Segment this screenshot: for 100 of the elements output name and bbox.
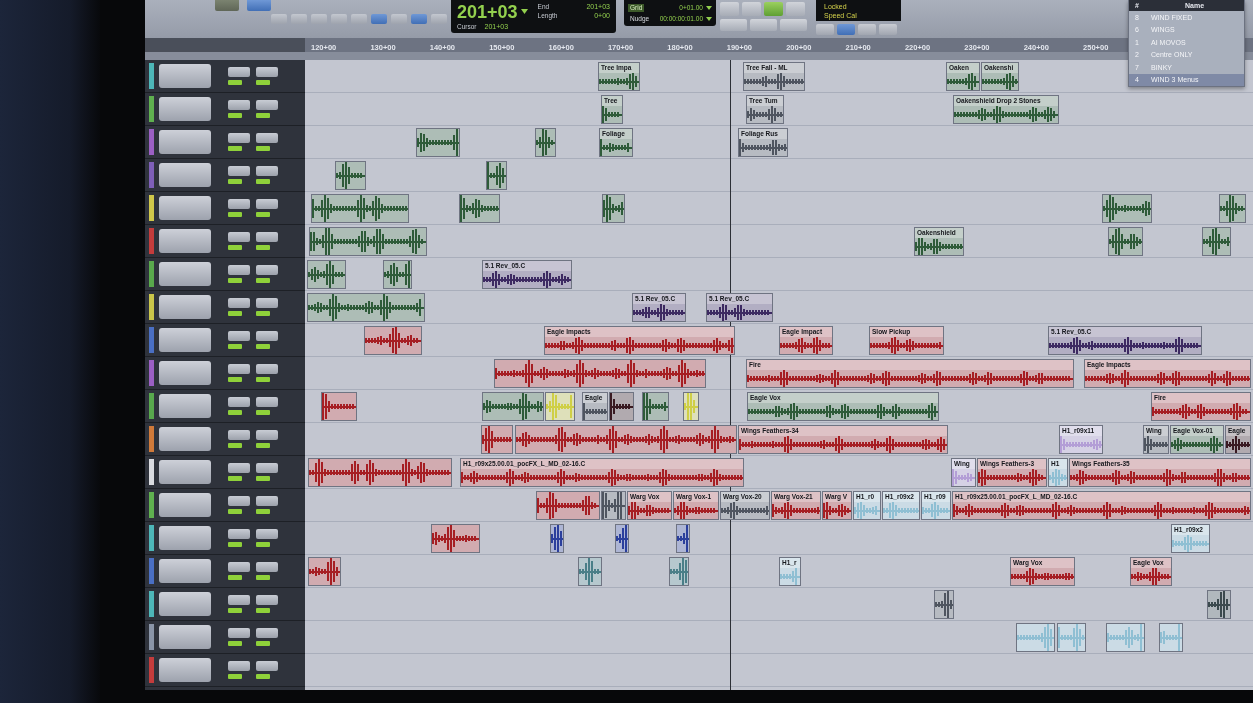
- audio-clip[interactable]: [1159, 623, 1183, 652]
- audio-clip[interactable]: [550, 524, 564, 553]
- track-button[interactable]: [228, 529, 250, 539]
- track-button[interactable]: [256, 166, 278, 176]
- track-button[interactable]: [159, 196, 211, 220]
- track-button[interactable]: [159, 64, 211, 88]
- track-button[interactable]: [159, 361, 211, 385]
- audio-clip[interactable]: [1106, 623, 1145, 652]
- track-button[interactable]: [228, 463, 250, 473]
- track-button[interactable]: [159, 658, 211, 682]
- track-button[interactable]: [228, 496, 250, 506]
- audio-clip[interactable]: [481, 425, 513, 454]
- audio-clip[interactable]: [1219, 194, 1246, 223]
- mode-button[interactable]: [215, 0, 239, 11]
- tool-button[interactable]: [371, 14, 387, 24]
- sync-button[interactable]: [879, 24, 897, 35]
- track-button[interactable]: [159, 328, 211, 352]
- audio-clip[interactable]: [535, 128, 556, 157]
- track-button[interactable]: [228, 661, 250, 671]
- track-button[interactable]: [228, 166, 250, 176]
- track-button[interactable]: [159, 460, 211, 484]
- track-button[interactable]: [256, 529, 278, 539]
- track-button[interactable]: [228, 595, 250, 605]
- transport-button[interactable]: [764, 2, 783, 16]
- track-button[interactable]: [159, 295, 211, 319]
- transport-button[interactable]: [720, 2, 739, 16]
- track-button[interactable]: [228, 100, 250, 110]
- track-button[interactable]: [159, 592, 211, 616]
- track-button[interactable]: [228, 298, 250, 308]
- audio-clip[interactable]: [494, 359, 706, 388]
- tool-button[interactable]: [351, 14, 367, 24]
- audio-clip[interactable]: [335, 161, 366, 190]
- audio-clip[interactable]: [309, 227, 427, 256]
- sync-button[interactable]: [837, 24, 855, 35]
- audio-clip[interactable]: [642, 392, 669, 421]
- tool-button[interactable]: [391, 14, 407, 24]
- transport-button[interactable]: [750, 19, 777, 31]
- track-button[interactable]: [228, 331, 250, 341]
- track-button[interactable]: [159, 229, 211, 253]
- track-button[interactable]: [256, 364, 278, 374]
- audio-clip[interactable]: [416, 128, 460, 157]
- track-button[interactable]: [256, 133, 278, 143]
- track-button[interactable]: [228, 232, 250, 242]
- track-button[interactable]: [256, 397, 278, 407]
- track-button[interactable]: [159, 526, 211, 550]
- audio-clip[interactable]: [1207, 590, 1231, 619]
- audio-clip[interactable]: [307, 293, 425, 322]
- audio-clip[interactable]: [683, 392, 699, 421]
- track-button[interactable]: [228, 397, 250, 407]
- track-button[interactable]: [256, 67, 278, 77]
- audio-clip[interactable]: [308, 557, 341, 586]
- tool-button[interactable]: [411, 14, 427, 24]
- audio-clip[interactable]: [307, 260, 346, 289]
- audio-clip[interactable]: [515, 425, 737, 454]
- sync-button[interactable]: [858, 24, 876, 35]
- audio-clip[interactable]: [536, 491, 600, 520]
- track-button[interactable]: [228, 562, 250, 572]
- audio-clip[interactable]: [431, 524, 480, 553]
- track-button[interactable]: [256, 595, 278, 605]
- audio-clip[interactable]: [308, 458, 452, 487]
- audio-clip[interactable]: [486, 161, 507, 190]
- track-button[interactable]: [159, 559, 211, 583]
- transport-button[interactable]: [742, 2, 761, 16]
- audio-clip[interactable]: [1016, 623, 1055, 652]
- track-button[interactable]: [228, 67, 250, 77]
- audio-clip[interactable]: [609, 392, 634, 421]
- tool-button[interactable]: [311, 14, 327, 24]
- transport-button[interactable]: [786, 2, 805, 16]
- track-button[interactable]: [159, 163, 211, 187]
- track-button[interactable]: [256, 199, 278, 209]
- audio-clip[interactable]: [1057, 623, 1086, 652]
- track-button[interactable]: [159, 97, 211, 121]
- audio-clip[interactable]: [578, 557, 602, 586]
- track-button[interactable]: [256, 661, 278, 671]
- audio-clip[interactable]: [1108, 227, 1143, 256]
- tool-button[interactable]: [431, 14, 447, 24]
- track-button[interactable]: [256, 265, 278, 275]
- sync-button[interactable]: [816, 24, 834, 35]
- audio-clip[interactable]: [459, 194, 500, 223]
- track-button[interactable]: [256, 628, 278, 638]
- track-button[interactable]: [228, 199, 250, 209]
- audio-clip[interactable]: [364, 326, 422, 355]
- track-button[interactable]: [256, 331, 278, 341]
- track-button[interactable]: [159, 394, 211, 418]
- track-button[interactable]: [256, 463, 278, 473]
- tool-button[interactable]: [271, 14, 287, 24]
- track-button[interactable]: [159, 427, 211, 451]
- audio-clip[interactable]: [482, 392, 544, 421]
- mode-button[interactable]: [247, 0, 271, 11]
- audio-clip[interactable]: [676, 524, 690, 553]
- tool-button[interactable]: [331, 14, 347, 24]
- track-button[interactable]: [228, 628, 250, 638]
- track-button[interactable]: [256, 298, 278, 308]
- audio-clip[interactable]: [1202, 227, 1231, 256]
- track-button[interactable]: [228, 364, 250, 374]
- track-button[interactable]: [159, 130, 211, 154]
- track-button[interactable]: [256, 100, 278, 110]
- track-button[interactable]: [159, 262, 211, 286]
- audio-clip[interactable]: [383, 260, 412, 289]
- audio-clip[interactable]: [669, 557, 689, 586]
